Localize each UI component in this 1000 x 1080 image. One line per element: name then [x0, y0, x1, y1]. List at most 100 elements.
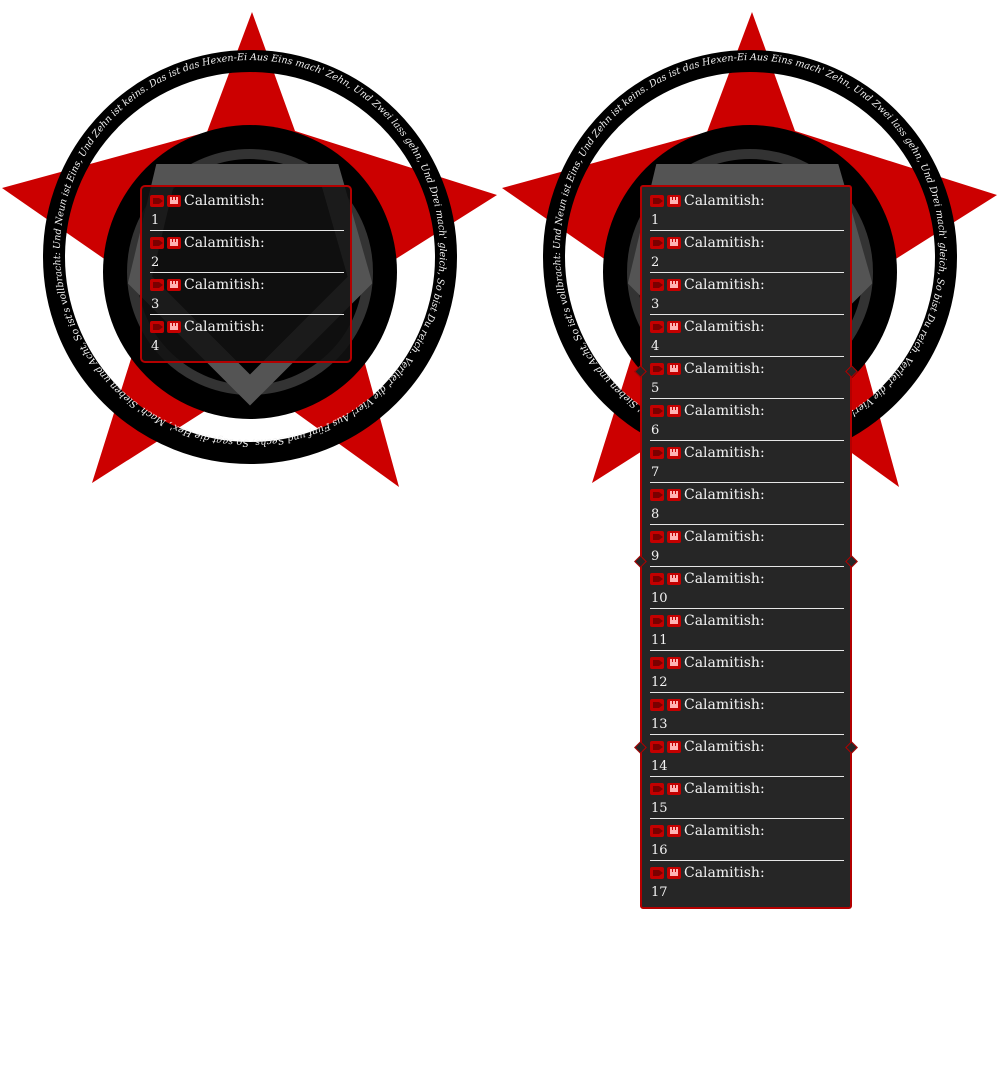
message-header: Calamitish:: [650, 861, 844, 885]
message-text: 7: [651, 465, 660, 480]
message-header: Calamitish:: [650, 735, 844, 759]
message-header: Calamitish:: [650, 189, 844, 213]
crown-icon: [667, 237, 681, 249]
message-header: Calamitish:: [650, 399, 844, 423]
camera-icon: [650, 279, 664, 291]
username[interactable]: Calamitish:: [684, 655, 765, 671]
username[interactable]: Calamitish:: [684, 865, 765, 881]
camera-icon: [650, 405, 664, 417]
chat-message: Calamitish: 5: [650, 357, 844, 399]
username[interactable]: Calamitish:: [684, 529, 765, 545]
username[interactable]: Calamitish:: [684, 445, 765, 461]
username[interactable]: Calamitish:: [684, 739, 765, 755]
username[interactable]: Calamitish:: [684, 403, 765, 419]
message-text: 2: [151, 255, 160, 270]
username[interactable]: Calamitish:: [684, 277, 765, 293]
crown-icon: [667, 657, 681, 669]
crown-icon: [667, 699, 681, 711]
username[interactable]: Calamitish:: [684, 571, 765, 587]
chat-message: Calamitish: 3: [650, 273, 844, 315]
crown-icon: [167, 321, 181, 333]
message-header: Calamitish:: [650, 777, 844, 801]
message-header: Calamitish:: [650, 273, 844, 297]
message-text: 8: [651, 507, 660, 522]
crown-icon: [167, 279, 181, 291]
crown-icon: [667, 405, 681, 417]
camera-icon: [650, 447, 664, 459]
chat-message: Calamitish: 17: [650, 861, 844, 903]
message-text: 13: [651, 717, 668, 732]
chat-message: Calamitish: 11: [650, 609, 844, 651]
username[interactable]: Calamitish:: [684, 487, 765, 503]
chat-message: Calamitish: 14: [650, 735, 844, 777]
crown-icon: [667, 867, 681, 879]
message-header: Calamitish:: [650, 819, 844, 843]
crown-icon: [667, 615, 681, 627]
username[interactable]: Calamitish:: [184, 277, 265, 293]
chat-message: Calamitish: 3: [150, 273, 344, 315]
crown-icon: [667, 783, 681, 795]
message-text: 4: [651, 339, 660, 354]
message-header: Calamitish:: [650, 357, 844, 381]
username[interactable]: Calamitish:: [684, 235, 765, 251]
username[interactable]: Calamitish:: [184, 319, 265, 335]
crown-icon: [667, 825, 681, 837]
camera-icon: [650, 363, 664, 375]
message-text: 9: [651, 549, 660, 564]
message-header: Calamitish:: [650, 525, 844, 549]
crown-icon: [667, 741, 681, 753]
crown-icon: [667, 363, 681, 375]
panel-notch: [634, 555, 647, 568]
panel-notch: [845, 555, 858, 568]
chat-message: Calamitish: 1: [650, 189, 844, 231]
message-text: 3: [151, 297, 160, 312]
camera-icon: [650, 657, 664, 669]
message-header: Calamitish:: [150, 315, 344, 339]
crown-icon: [667, 573, 681, 585]
chat-message: Calamitish: 1: [150, 189, 344, 231]
crown-icon: [667, 489, 681, 501]
message-text: 15: [651, 801, 668, 816]
panel-notch: [845, 741, 858, 754]
username[interactable]: Calamitish:: [684, 781, 765, 797]
camera-icon: [150, 237, 164, 249]
crown-icon: [667, 447, 681, 459]
chat-message: Calamitish: 2: [650, 231, 844, 273]
camera-icon: [150, 321, 164, 333]
chat-message: Calamitish: 7: [650, 441, 844, 483]
chat-widget-right: Aus Eins mach' Zehn, Und Zwei lass gehn,…: [500, 0, 1000, 909]
message-text: 16: [651, 843, 668, 858]
message-text: 11: [651, 633, 668, 648]
message-text: 5: [651, 381, 660, 396]
username[interactable]: Calamitish:: [684, 613, 765, 629]
message-text: 3: [651, 297, 660, 312]
camera-icon: [650, 489, 664, 501]
message-header: Calamitish:: [650, 567, 844, 591]
chat-panel[interactable]: Calamitish: 1 Calamitish: 2 Calamitish: 3 Cala…: [634, 185, 858, 909]
chat-message: Calamitish: 15: [650, 777, 844, 819]
camera-icon: [650, 825, 664, 837]
message-header: Calamitish:: [150, 273, 344, 297]
username[interactable]: Calamitish:: [684, 361, 765, 377]
camera-icon: [150, 195, 164, 207]
username[interactable]: Calamitish:: [684, 823, 765, 839]
username[interactable]: Calamitish:: [184, 235, 265, 251]
camera-icon: [650, 195, 664, 207]
chat-message: Calamitish: 13: [650, 693, 844, 735]
message-header: Calamitish:: [650, 483, 844, 507]
username[interactable]: Calamitish:: [184, 193, 265, 209]
message-text: 1: [651, 213, 660, 228]
username[interactable]: Calamitish:: [684, 319, 765, 335]
camera-icon: [650, 699, 664, 711]
message-text: 1: [151, 213, 160, 228]
crown-icon: [167, 195, 181, 207]
camera-icon: [650, 615, 664, 627]
message-text: 4: [151, 339, 160, 354]
username[interactable]: Calamitish:: [684, 193, 765, 209]
message-header: Calamitish:: [150, 231, 344, 255]
chat-message: Calamitish: 12: [650, 651, 844, 693]
chat-panel[interactable]: Calamitish: 1 Calamitish: 2 Calamitish: 3 Cala…: [140, 185, 352, 363]
message-text: 10: [651, 591, 668, 606]
username[interactable]: Calamitish:: [684, 697, 765, 713]
camera-icon: [650, 573, 664, 585]
